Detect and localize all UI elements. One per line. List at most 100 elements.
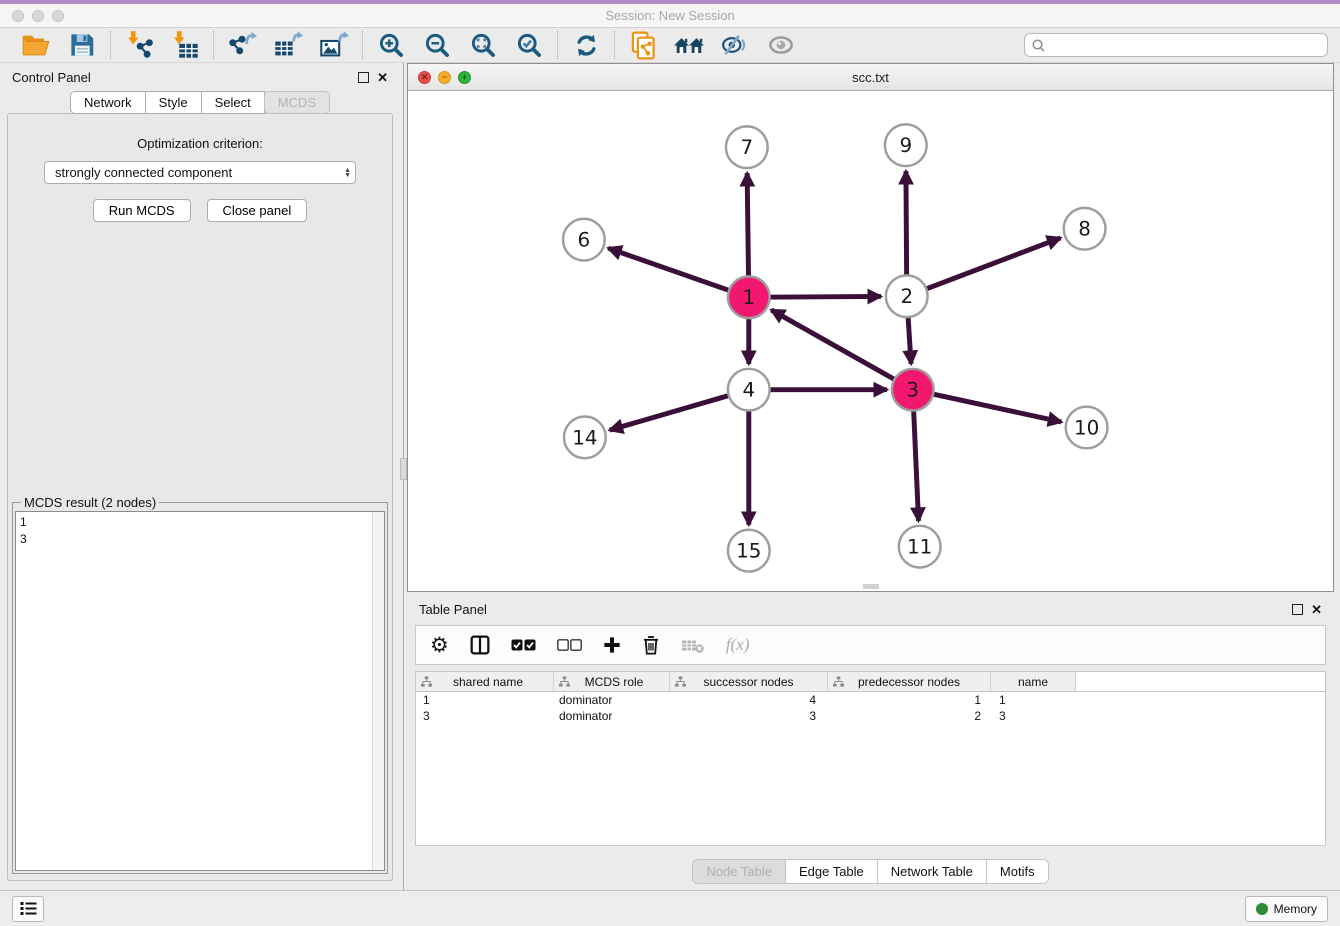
table-row[interactable]: 3 dominator 3 2 3 xyxy=(416,708,1325,724)
mcds-result-line: 3 xyxy=(16,531,384,548)
open-session-icon[interactable] xyxy=(20,30,52,60)
graph-node-label-4: 4 xyxy=(742,379,755,402)
export-network-icon[interactable] xyxy=(226,30,258,60)
zoom-fit-icon[interactable] xyxy=(467,30,499,60)
control-panel-tabs: Network Style Select MCDS xyxy=(0,91,400,114)
mcds-result-legend: MCDS result (2 nodes) xyxy=(21,495,159,510)
network-minimize-icon[interactable]: − xyxy=(438,71,451,84)
control-panel: Control Panel ✕ Network Style Select MCD… xyxy=(0,63,400,891)
network-canvas[interactable]: 7968124314101511 xyxy=(408,91,1333,591)
network-graph[interactable]: 7968124314101511 xyxy=(408,91,1333,591)
vertical-splitter[interactable] xyxy=(400,63,407,891)
export-image-icon[interactable] xyxy=(318,30,350,60)
graph-edge-3-1[interactable] xyxy=(771,310,912,390)
tab-style[interactable]: Style xyxy=(145,91,202,114)
criterion-dropdown-value: strongly connected component xyxy=(55,165,232,180)
tree-icon xyxy=(675,676,686,687)
minimize-window-icon[interactable] xyxy=(32,10,44,22)
table-row[interactable]: 1 dominator 4 1 1 xyxy=(416,692,1325,708)
select-all-columns-icon[interactable] xyxy=(511,639,536,651)
column-header-shared-name[interactable]: shared name xyxy=(416,672,554,691)
main-toolbar xyxy=(0,28,1340,63)
export-table-icon[interactable] xyxy=(272,30,304,60)
function-builder-icon: f(x) xyxy=(726,635,750,655)
graph-node-label-11: 11 xyxy=(907,536,932,559)
tab-network[interactable]: Network xyxy=(70,91,146,114)
first-neighbors-icon[interactable] xyxy=(673,30,705,60)
column-header-mcds-role[interactable]: MCDS role xyxy=(554,672,670,691)
tab-node-table[interactable]: Node Table xyxy=(692,859,786,884)
zoom-selected-icon[interactable] xyxy=(513,30,545,60)
cell-shared-name[interactable]: 1 xyxy=(416,693,554,707)
float-panel-icon[interactable] xyxy=(358,72,369,83)
tab-select[interactable]: Select xyxy=(201,91,265,114)
search-input[interactable] xyxy=(1046,37,1321,53)
hide-graphics-details-icon[interactable] xyxy=(719,30,751,60)
tab-edge-table[interactable]: Edge Table xyxy=(785,859,878,884)
cell-mcds-role[interactable]: dominator xyxy=(554,709,670,723)
horizontal-splitter-grip[interactable] xyxy=(863,584,879,589)
graph-node-label-9: 9 xyxy=(899,134,912,157)
cell-predecessor-nodes[interactable]: 2 xyxy=(828,709,991,723)
tab-mcds[interactable]: MCDS xyxy=(264,91,330,114)
create-column-icon[interactable] xyxy=(603,636,621,654)
tree-icon xyxy=(833,676,844,687)
graph-edge-1-6[interactable] xyxy=(608,248,749,297)
close-window-icon[interactable] xyxy=(12,10,24,22)
memory-label: Memory xyxy=(1274,902,1317,916)
network-close-icon[interactable]: ✕ xyxy=(418,71,431,84)
float-table-panel-icon[interactable] xyxy=(1292,604,1303,615)
graph-node-label-15: 15 xyxy=(736,540,761,563)
cell-name[interactable]: 1 xyxy=(991,693,1076,707)
zoom-out-icon[interactable] xyxy=(421,30,453,60)
memory-button[interactable]: Memory xyxy=(1245,896,1328,922)
tab-motifs[interactable]: Motifs xyxy=(986,859,1049,884)
mcds-result-textarea[interactable]: 1 3 xyxy=(15,511,385,871)
cell-predecessor-nodes[interactable]: 1 xyxy=(828,693,991,707)
column-header-successor-nodes[interactable]: successor nodes xyxy=(670,672,828,691)
refresh-icon[interactable] xyxy=(570,30,602,60)
control-panel-title: Control Panel xyxy=(12,70,350,85)
cell-name[interactable]: 3 xyxy=(991,709,1076,723)
memory-status-icon xyxy=(1256,903,1268,915)
cell-mcds-role[interactable]: dominator xyxy=(554,693,670,707)
zoom-in-icon[interactable] xyxy=(375,30,407,60)
column-header-name[interactable]: name xyxy=(991,672,1076,691)
unselect-all-columns-icon[interactable] xyxy=(557,639,582,651)
column-header-predecessor-nodes[interactable]: predecessor nodes xyxy=(828,672,991,691)
graph-node-label-10: 10 xyxy=(1074,416,1099,439)
graph-node-label-3: 3 xyxy=(906,379,919,402)
run-mcds-button[interactable]: Run MCDS xyxy=(93,199,191,222)
header-filler xyxy=(1076,672,1325,691)
graph-edge-2-8[interactable] xyxy=(907,238,1061,296)
save-session-icon[interactable] xyxy=(66,30,98,60)
tab-network-table[interactable]: Network Table xyxy=(877,859,987,884)
result-scrollbar[interactable] xyxy=(372,512,384,870)
import-network-icon[interactable] xyxy=(123,30,155,60)
cell-shared-name[interactable]: 3 xyxy=(416,709,554,723)
close-panel-button[interactable]: Close panel xyxy=(207,199,308,222)
close-table-panel-icon[interactable]: ✕ xyxy=(1311,603,1322,616)
graph-edge-3-10[interactable] xyxy=(913,390,1062,422)
copy-network-icon[interactable] xyxy=(627,30,659,60)
app-window: Session: New Session xyxy=(0,0,1340,926)
close-panel-icon[interactable]: ✕ xyxy=(377,71,388,84)
network-window-titlebar[interactable]: ✕ − + scc.txt xyxy=(408,64,1333,91)
maximize-window-icon[interactable] xyxy=(52,10,64,22)
splitter-grip[interactable] xyxy=(400,458,407,480)
criterion-dropdown[interactable]: strongly connected component ▲▼ xyxy=(44,161,356,184)
cell-successor-nodes[interactable]: 4 xyxy=(670,693,828,707)
task-history-button[interactable] xyxy=(12,896,44,922)
list-icon xyxy=(20,901,37,916)
delete-column-trash-icon[interactable] xyxy=(642,635,660,655)
table-settings-gear-icon[interactable]: ⚙ xyxy=(430,635,449,656)
show-columns-icon[interactable] xyxy=(470,635,490,655)
import-table-icon[interactable] xyxy=(169,30,201,60)
search-field[interactable] xyxy=(1024,33,1328,57)
table-tabs: Node Table Edge Table Network Table Moti… xyxy=(407,858,1334,885)
node-table: shared name MCDS role successor nodes xyxy=(415,671,1326,846)
cell-successor-nodes[interactable]: 3 xyxy=(670,709,828,723)
network-window-title: scc.txt xyxy=(852,70,889,85)
delete-table-icon xyxy=(681,637,705,654)
network-maximize-icon[interactable]: + xyxy=(458,71,471,84)
